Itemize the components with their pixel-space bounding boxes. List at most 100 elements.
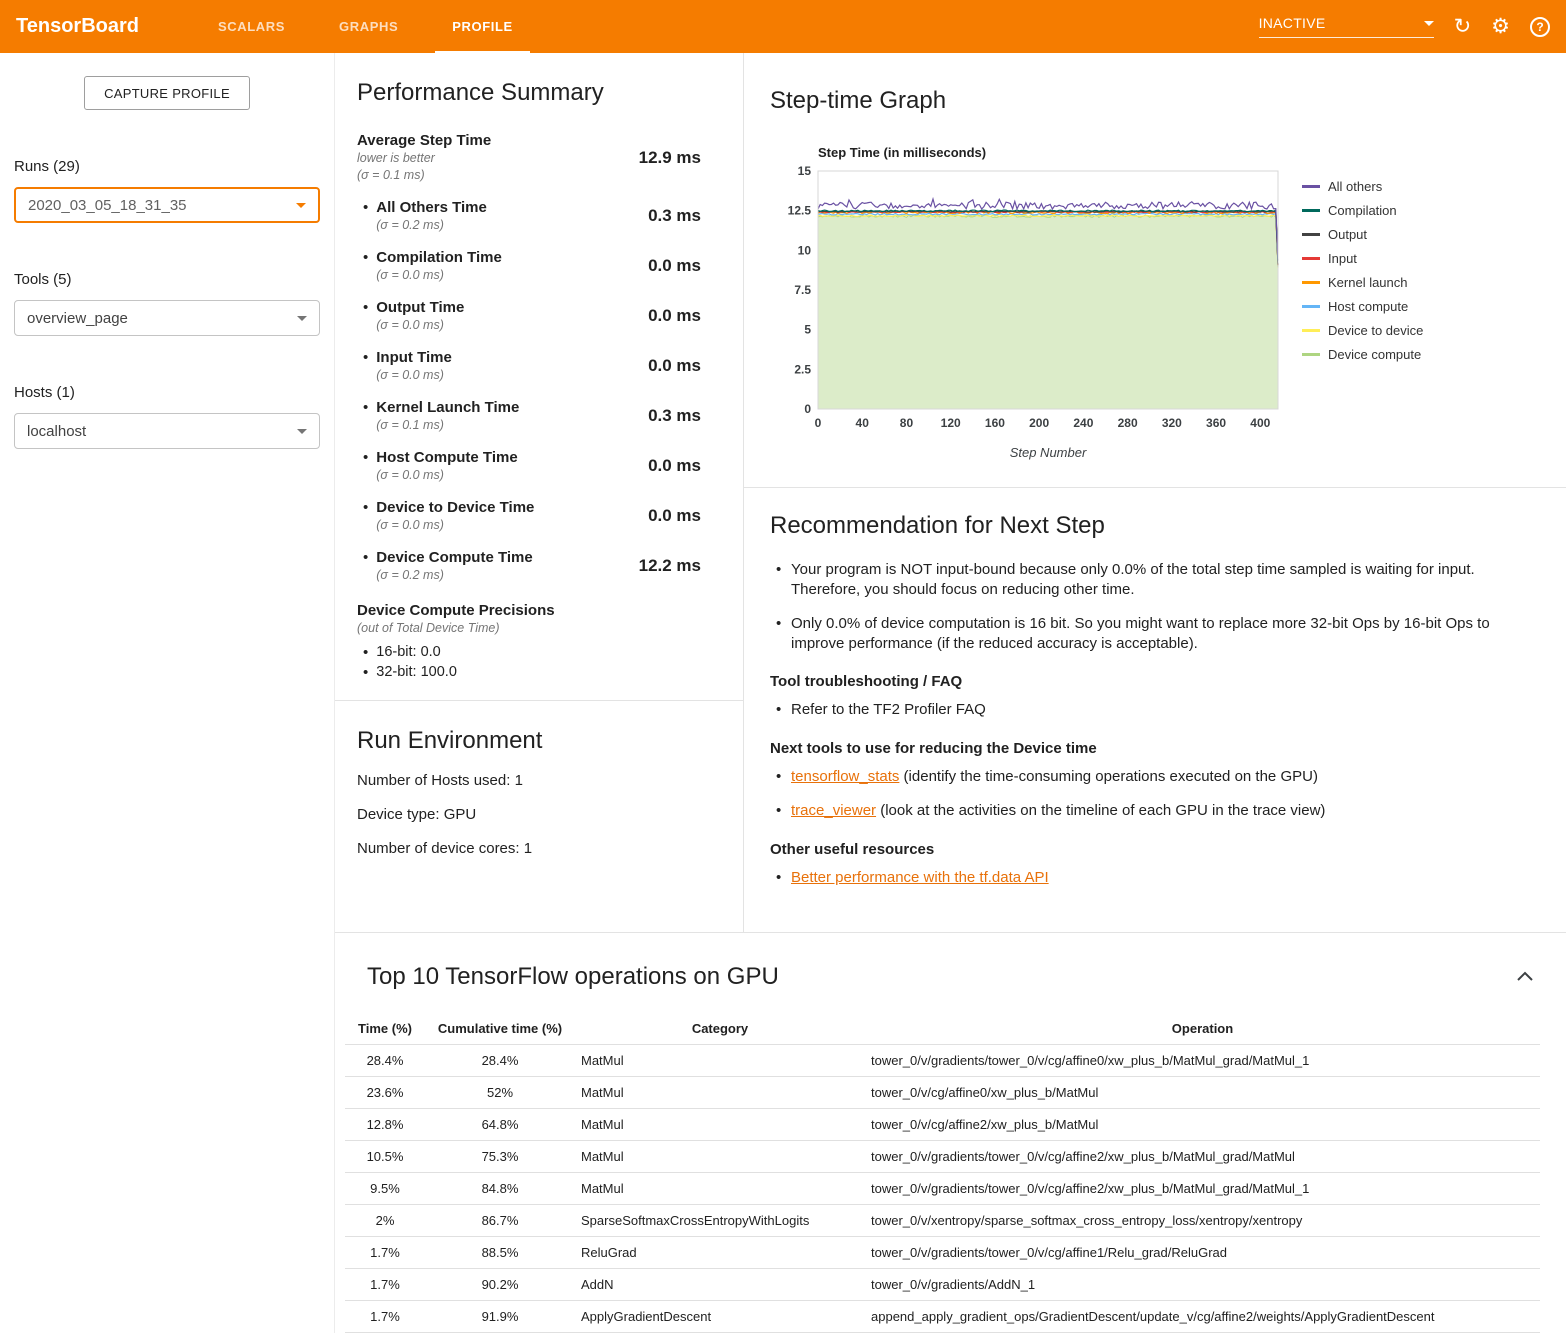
step-time-graph-title: Step-time Graph (770, 87, 1546, 115)
op-cumulative: 64.8% (425, 1109, 575, 1141)
legend-swatch-icon (1302, 233, 1320, 236)
op-category: SparseSoftmaxCrossEntropyWithLogits (575, 1205, 865, 1237)
metric-row: •Output Time(σ = 0.0 ms)0.0 ms (357, 298, 715, 334)
ops-table-body: 28.4%28.4%MatMultower_0/v/gradients/towe… (345, 1045, 1540, 1333)
gear-icon[interactable]: ⚙ (1491, 16, 1510, 37)
rec-text: Refer to the TF2 Profiler FAQ (791, 701, 986, 718)
legend-item: Device compute (1302, 347, 1423, 362)
legend-swatch-icon (1302, 257, 1320, 260)
rec-link[interactable]: Better performance with the tf.data API (791, 869, 1049, 886)
run-status-dropdown[interactable]: INACTIVE (1259, 15, 1434, 38)
hosts-label: Hosts (1) (14, 384, 320, 401)
chevron-down-icon (1424, 21, 1434, 26)
table-row: 2%86.7%SparseSoftmaxCrossEntropyWithLogi… (345, 1205, 1540, 1237)
metric-value: 0.3 ms (648, 206, 701, 226)
metric-sigma: (σ = 0.1 ms) (357, 167, 491, 184)
legend-swatch-icon (1302, 209, 1320, 212)
legend-item: Host compute (1302, 299, 1423, 314)
rec-bullet: tensorflow_stats (identify the time-cons… (770, 767, 1538, 787)
metric-label: Kernel Launch Time (376, 398, 519, 417)
collapse-section-button[interactable] (1510, 964, 1540, 991)
metric-sigma: (σ = 0.0 ms) (376, 367, 452, 384)
chart-legend: All othersCompilationOutputInputKernel l… (1302, 179, 1423, 362)
op-name: tower_0/v/cg/affine2/xw_plus_b/MatMul (865, 1109, 1540, 1141)
op-category: MatMul (575, 1141, 865, 1173)
refresh-icon[interactable]: ↻ (1454, 16, 1472, 37)
legend-swatch-icon (1302, 329, 1320, 332)
main-content: Performance Summary Average Step Time lo… (335, 53, 1566, 1333)
chevron-up-icon (1516, 970, 1534, 982)
metric-value: 0.0 ms (648, 256, 701, 276)
rec-bullet: trace_viewer (look at the activities on … (770, 801, 1538, 821)
step-time-chart: 02.557.51012.515040801201602002402803203… (770, 145, 1290, 465)
tab-scalars[interactable]: SCALARS (191, 0, 312, 53)
metric-sigma: (σ = 0.0 ms) (376, 317, 464, 334)
metric-value: 0.3 ms (648, 406, 701, 426)
rec-link[interactable]: tensorflow_stats (791, 768, 899, 785)
metric-row: •Host Compute Time(σ = 0.0 ms)0.0 ms (357, 448, 715, 484)
legend-item: Device to device (1302, 323, 1423, 338)
metric-row: •Input Time(σ = 0.0 ms)0.0 ms (357, 348, 715, 384)
legend-item: Compilation (1302, 203, 1423, 218)
table-row: 9.5%84.8%MatMultower_0/v/gradients/tower… (345, 1173, 1540, 1205)
run-environment-lines: Number of Hosts used: 1Device type: GPUN… (357, 772, 721, 857)
tools-dropdown-value: overview_page (27, 310, 128, 327)
metric-label: Output Time (376, 298, 464, 317)
recommendation-blocks: Your program is NOT input-bound because … (770, 560, 1538, 887)
svg-text:280: 280 (1118, 416, 1138, 430)
bullet-icon: • (363, 398, 368, 434)
rec-bullet: Only 0.0% of device computation is 16 bi… (770, 614, 1538, 653)
metric-sigma: (σ = 0.0 ms) (376, 467, 517, 484)
op-time: 12.8% (345, 1109, 425, 1141)
metric-label: Compilation Time (376, 248, 502, 267)
top-ops-table: Time (%)Cumulative time (%)CategoryOpera… (345, 1013, 1540, 1333)
rec-link[interactable]: trace_viewer (791, 802, 876, 819)
legend-item: All others (1302, 179, 1423, 194)
tab-graphs[interactable]: GRAPHS (312, 0, 425, 53)
op-cumulative: 88.5% (425, 1237, 575, 1269)
metric-sigma: (σ = 0.0 ms) (376, 267, 502, 284)
bullet-icon: • (363, 448, 368, 484)
op-name: tower_0/v/gradients/tower_0/v/cg/affine1… (865, 1237, 1540, 1269)
hosts-dropdown[interactable]: localhost (14, 413, 320, 449)
op-name: tower_0/v/gradients/tower_0/v/cg/affine2… (865, 1173, 1540, 1205)
precision-item: •16-bit: 0.0 (357, 643, 715, 663)
rec-bullet: Refer to the TF2 Profiler FAQ (770, 700, 1538, 720)
svg-text:240: 240 (1073, 416, 1093, 430)
runs-dropdown-value: 2020_03_05_18_31_35 (28, 197, 187, 214)
tools-dropdown[interactable]: overview_page (14, 300, 320, 336)
capture-profile-button[interactable]: CAPTURE PROFILE (84, 76, 250, 110)
table-row: 12.8%64.8%MatMultower_0/v/cg/affine2/xw_… (345, 1109, 1540, 1141)
legend-label: Kernel launch (1328, 275, 1408, 290)
rec-text: Your program is NOT input-bound because … (791, 561, 1475, 598)
help-icon[interactable]: ? (1530, 17, 1550, 37)
precision-value: 16-bit: 0.0 (376, 643, 441, 663)
legend-label: Output (1328, 227, 1367, 242)
legend-swatch-icon (1302, 281, 1320, 284)
op-category: AddN (575, 1269, 865, 1301)
svg-text:7.5: 7.5 (794, 283, 811, 297)
op-cumulative: 75.3% (425, 1141, 575, 1173)
metric-sigma: (σ = 0.2 ms) (376, 217, 487, 234)
recommendation-title: Recommendation for Next Step (770, 512, 1538, 540)
svg-text:Step Time (in milliseconds): Step Time (in milliseconds) (818, 145, 986, 160)
svg-text:Step Number: Step Number (1010, 445, 1087, 460)
metric-row: •All Others Time(σ = 0.2 ms)0.3 ms (357, 198, 715, 234)
bullet-icon: • (363, 248, 368, 284)
perf-metric-list: •All Others Time(σ = 0.2 ms)0.3 ms•Compi… (357, 198, 715, 584)
run-env-line: Number of Hosts used: 1 (357, 772, 721, 789)
metric-label: Host Compute Time (376, 448, 517, 467)
op-time: 9.5% (345, 1173, 425, 1205)
table-row: 23.6%52%MatMultower_0/v/cg/affine0/xw_pl… (345, 1077, 1540, 1109)
svg-text:320: 320 (1162, 416, 1182, 430)
bullet-icon: • (363, 498, 368, 534)
op-cumulative: 90.2% (425, 1269, 575, 1301)
metric-sigma: (σ = 0.1 ms) (376, 417, 519, 434)
rec-text: (identify the time-consuming operations … (899, 768, 1318, 785)
op-time: 23.6% (345, 1077, 425, 1109)
svg-text:0: 0 (804, 402, 811, 416)
metric-row: • Compilation Time(σ = 0.0 ms) 0.0 ms (357, 248, 715, 284)
precisions-subtitle: (out of Total Device Time) (357, 621, 715, 635)
tab-profile[interactable]: PROFILE (425, 0, 540, 53)
runs-dropdown[interactable]: 2020_03_05_18_31_35 (14, 187, 320, 223)
